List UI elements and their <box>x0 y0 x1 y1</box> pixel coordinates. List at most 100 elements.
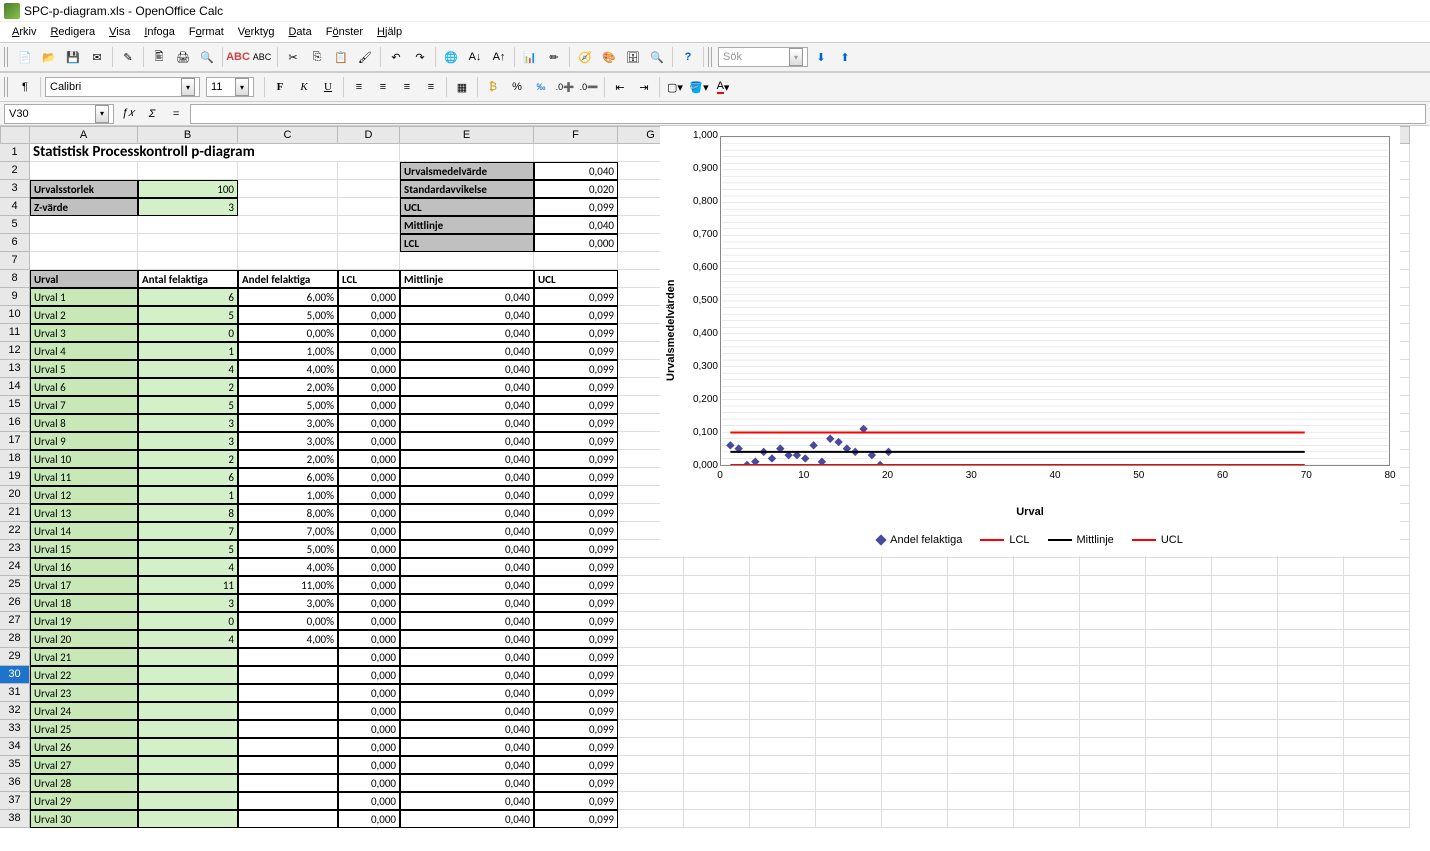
cell[interactable] <box>1146 774 1212 792</box>
paste-icon[interactable]: 📋 <box>330 46 352 68</box>
cell[interactable] <box>338 198 400 216</box>
cell[interactable]: 0,000 <box>338 792 400 810</box>
cell[interactable] <box>1080 720 1146 738</box>
cell[interactable]: Urval <box>30 270 138 288</box>
cell[interactable]: 0,000 <box>338 486 400 504</box>
search-input[interactable]: Sök▾ <box>718 47 808 67</box>
cell[interactable] <box>882 810 948 828</box>
cell[interactable] <box>750 756 816 774</box>
cell[interactable]: 0,000 <box>338 558 400 576</box>
cell[interactable] <box>1344 576 1410 594</box>
cell[interactable]: 0,000 <box>338 378 400 396</box>
row-header-27[interactable]: 27 <box>0 612 30 630</box>
cell[interactable]: 0,000 <box>338 666 400 684</box>
cell[interactable]: 4,00% <box>238 558 338 576</box>
row-header-28[interactable]: 28 <box>0 630 30 648</box>
cell[interactable] <box>750 630 816 648</box>
cell[interactable]: 0,040 <box>400 396 534 414</box>
cell[interactable] <box>816 684 882 702</box>
cell[interactable]: 0,000 <box>338 576 400 594</box>
row-header-34[interactable]: 34 <box>0 738 30 756</box>
menu-arkiv[interactable]: Arkiv <box>6 24 42 40</box>
cell[interactable]: 0 <box>138 324 238 342</box>
row-header-14[interactable]: 14 <box>0 378 30 396</box>
cell[interactable] <box>816 648 882 666</box>
font-color-icon[interactable]: A▾ <box>712 76 734 98</box>
toolbar-grip[interactable] <box>4 77 10 97</box>
cell[interactable]: 0,099 <box>534 756 618 774</box>
cell[interactable]: 0,040 <box>400 486 534 504</box>
cell[interactable] <box>1344 756 1410 774</box>
cell[interactable] <box>684 666 750 684</box>
cell[interactable] <box>1278 630 1344 648</box>
align-left-icon[interactable]: ≡ <box>348 76 370 98</box>
decrease-indent-icon[interactable]: ⇤ <box>609 76 631 98</box>
cell[interactable] <box>618 774 684 792</box>
cell[interactable] <box>400 144 534 162</box>
cell[interactable] <box>238 702 338 720</box>
cell[interactable]: 3 <box>138 432 238 450</box>
cell[interactable]: Urval 16 <box>30 558 138 576</box>
cell[interactable]: 0,040 <box>400 720 534 738</box>
percent-icon[interactable]: % <box>506 76 528 98</box>
cell[interactable]: UCL <box>400 198 534 216</box>
cell[interactable]: 0,040 <box>400 342 534 360</box>
cell[interactable] <box>750 702 816 720</box>
cell[interactable] <box>750 612 816 630</box>
cell[interactable]: 0,040 <box>400 594 534 612</box>
cell[interactable]: Urval 4 <box>30 342 138 360</box>
cell[interactable] <box>238 720 338 738</box>
cell[interactable] <box>948 756 1014 774</box>
row-header-18[interactable]: 18 <box>0 450 30 468</box>
cell[interactable]: 0,000 <box>338 288 400 306</box>
cell[interactable] <box>1278 738 1344 756</box>
cell[interactable]: Urval 17 <box>30 576 138 594</box>
cell[interactable] <box>948 792 1014 810</box>
cell[interactable]: 0,099 <box>534 612 618 630</box>
cell[interactable] <box>1146 648 1212 666</box>
cell[interactable] <box>684 558 750 576</box>
row-header-2[interactable]: 2 <box>0 162 30 180</box>
cell[interactable] <box>138 252 238 270</box>
add-decimal-icon[interactable]: .0➕ <box>554 76 576 98</box>
cell[interactable] <box>138 666 238 684</box>
cell[interactable] <box>1080 810 1146 828</box>
autospell-icon[interactable]: ABC <box>251 46 273 68</box>
cell[interactable] <box>238 666 338 684</box>
cell[interactable] <box>138 216 238 234</box>
row-header-33[interactable]: 33 <box>0 720 30 738</box>
cell[interactable]: Urval 24 <box>30 702 138 720</box>
cell[interactable]: 0,099 <box>534 666 618 684</box>
cell[interactable] <box>882 666 948 684</box>
row-header-17[interactable]: 17 <box>0 432 30 450</box>
cell[interactable] <box>882 558 948 576</box>
cell[interactable] <box>338 252 400 270</box>
cell[interactable] <box>1278 594 1344 612</box>
cell[interactable]: 0,000 <box>534 234 618 252</box>
column-header-D[interactable]: D <box>338 126 400 144</box>
cell[interactable] <box>238 216 338 234</box>
cell[interactable]: 0,099 <box>534 630 618 648</box>
row-header-26[interactable]: 26 <box>0 594 30 612</box>
cell[interactable] <box>138 774 238 792</box>
cell[interactable] <box>138 234 238 252</box>
cell[interactable] <box>750 558 816 576</box>
navigator-icon[interactable]: 🧭 <box>574 46 596 68</box>
cell[interactable] <box>882 684 948 702</box>
cell[interactable] <box>1014 648 1080 666</box>
cell[interactable]: 0,040 <box>400 630 534 648</box>
font-size-combo[interactable]: 11▾ <box>206 77 254 97</box>
cell[interactable] <box>618 702 684 720</box>
row-header-9[interactable]: 9 <box>0 288 30 306</box>
cell[interactable] <box>138 810 238 828</box>
cell[interactable]: Urval 25 <box>30 720 138 738</box>
cell[interactable] <box>1344 648 1410 666</box>
toolbar-grip[interactable] <box>4 47 10 67</box>
cell[interactable] <box>1344 720 1410 738</box>
cell[interactable] <box>1146 630 1212 648</box>
cell[interactable]: 11,00% <box>238 576 338 594</box>
cell[interactable]: 0,099 <box>534 648 618 666</box>
cell[interactable] <box>882 630 948 648</box>
cell[interactable]: 0,000 <box>338 774 400 792</box>
cell[interactable] <box>138 702 238 720</box>
